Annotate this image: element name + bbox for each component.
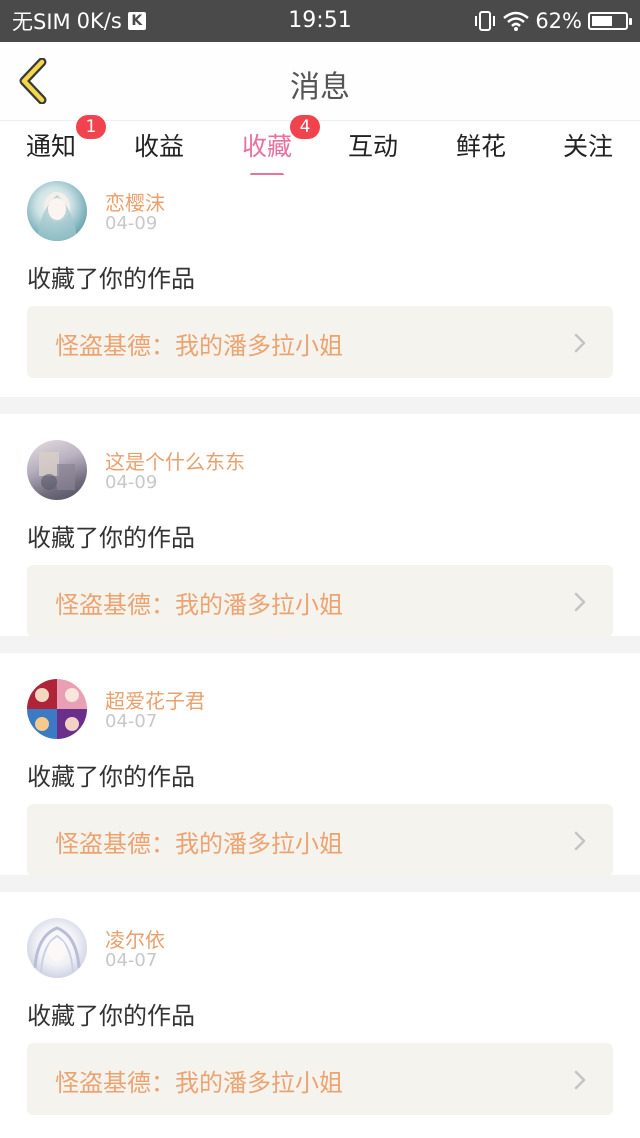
work-link[interactable]: 怪盗基德：我的潘多拉小姐 [27,1043,613,1115]
tab-label: 通知 [26,132,77,161]
tab-bar: 通知 1 收益 收藏 4 互动 鲜花 关注 [0,115,640,177]
date: 04-09 [105,472,158,493]
avatar[interactable] [27,440,87,500]
tab-label: 收益 [134,132,185,161]
date: 04-07 [105,711,158,732]
date: 04-09 [105,213,158,234]
work-link[interactable]: 怪盗基德：我的潘多拉小姐 [27,565,613,637]
username[interactable]: 超爱花子君 [105,685,205,714]
list-item: 超爱花子君 04-07 收藏了你的作品 怪盗基德：我的潘多拉小姐 [0,653,640,876]
chevron-right-icon [574,333,586,353]
tab-label: 关注 [563,132,614,161]
tab-interactions[interactable]: 互动 [348,127,398,163]
avatar[interactable] [27,679,87,739]
network-speed: 0K/s [76,9,122,33]
message-list: 恋樱沫 04-09 收藏了你的作品 怪盗基德：我的潘多拉小姐 这是个什么东东 0… [0,175,640,1115]
username[interactable]: 凌尔依 [105,924,165,953]
app-k-icon: K [127,12,146,30]
tab-following[interactable]: 关注 [563,127,613,163]
list-item: 凌尔依 04-07 收藏了你的作品 怪盗基德：我的潘多拉小姐 [0,892,640,1115]
divider [0,636,640,653]
avatar[interactable] [27,181,87,241]
list-item: 这是个什么东东 04-09 收藏了你的作品 怪盗基德：我的潘多拉小姐 [0,414,640,637]
date: 04-07 [105,950,158,971]
work-title: 怪盗基德：我的潘多拉小姐 [55,1069,343,1097]
avatar-image [33,926,81,973]
avatar-image [39,452,75,490]
avatar-image [37,192,77,241]
tab-earnings[interactable]: 收益 [134,127,184,163]
action-text: 收藏了你的作品 [27,1002,195,1030]
work-link[interactable]: 怪盗基德：我的潘多拉小姐 [27,306,613,378]
work-title: 怪盗基德：我的潘多拉小姐 [55,332,343,360]
tab-flowers[interactable]: 鲜花 [456,127,506,163]
unread-badge: 1 [76,115,107,139]
action-text: 收藏了你的作品 [27,763,195,791]
carrier-text: 无SIM [12,10,71,34]
page-title: 消息 [290,70,350,105]
work-title: 怪盗基德：我的潘多拉小姐 [55,591,343,619]
tab-label: 鲜花 [456,132,507,161]
battery-percent: 62% [535,9,582,33]
username[interactable]: 恋樱沫 [105,187,165,216]
username[interactable]: 这是个什么东东 [105,446,245,475]
action-text: 收藏了你的作品 [27,524,195,552]
work-link[interactable]: 怪盗基德：我的潘多拉小姐 [27,804,613,876]
battery-icon [588,12,632,30]
tab-label: 互动 [348,132,399,161]
status-right: 62% [473,9,632,33]
chevron-right-icon [574,592,586,612]
status-left: 无SIM 0K/s K [12,6,146,36]
chevron-right-icon [574,831,586,851]
wifi-icon [503,11,530,31]
tab-favorites[interactable]: 收藏 4 [242,115,321,177]
header: 消息 [0,42,640,121]
chevron-right-icon [574,1070,586,1090]
avatar[interactable] [27,918,87,978]
list-item: 恋樱沫 04-09 收藏了你的作品 怪盗基德：我的潘多拉小姐 [0,175,640,397]
work-title: 怪盗基德：我的潘多拉小姐 [55,830,343,858]
tab-notifications[interactable]: 通知 1 [26,115,107,163]
vibrate-icon [475,11,496,31]
battery-fill [592,16,612,26]
divider [0,875,640,892]
status-bar: 无SIM 0K/s K 62% 19:51 [0,0,640,42]
action-text: 收藏了你的作品 [27,265,195,293]
unread-badge: 4 [290,115,321,139]
tab-label: 收藏 [242,132,293,161]
divider [0,397,640,414]
avatar-image [27,679,87,739]
